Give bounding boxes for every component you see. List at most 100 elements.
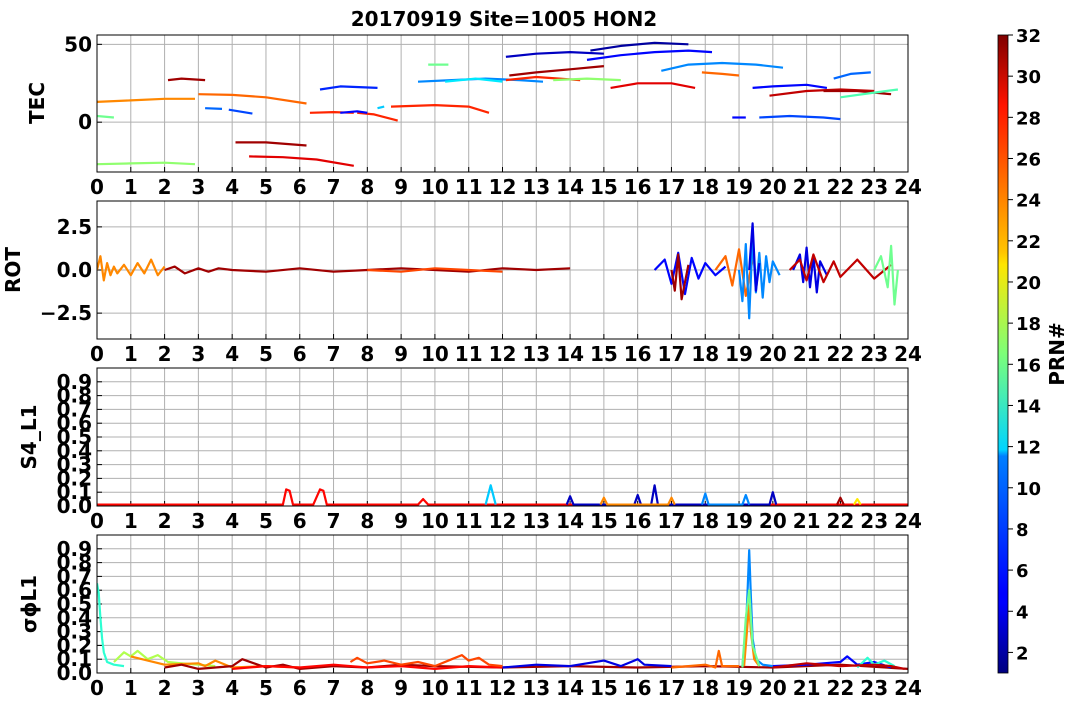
series-line-prn-5 [340,110,368,114]
y-axis-label: S4_L1 [17,405,41,470]
colorbar-gradient [997,34,1009,674]
x-tick-label: 2 [158,509,172,533]
x-tick-label: 1 [124,342,138,366]
x-tick-label: 7 [327,175,341,199]
x-tick-label: 8 [360,342,374,366]
x-tick-label: 7 [327,509,341,533]
x-tick-label: 18 [691,676,719,700]
x-tick-label: 14 [556,676,584,700]
x-tick-label: 5 [259,509,273,533]
x-tick-label: 3 [191,175,205,199]
x-tick-label: 10 [421,175,449,199]
x-tick-label: 17 [658,676,686,700]
x-tick-label: 15 [590,676,618,700]
x-tick-label: 21 [793,175,821,199]
x-tick-label: 20 [759,342,787,366]
colorbar-tick-label: 16 [1016,355,1041,376]
colorbar-tick-label: 10 [1016,479,1041,500]
colorbar-tick-label: 12 [1016,438,1041,459]
x-tick-label: 5 [259,175,273,199]
x-tick-label: 2 [158,676,172,700]
x-tick-label: 18 [691,509,719,533]
x-tick-label: 16 [624,342,652,366]
x-tick-label: 12 [489,509,517,533]
x-tick-label: 15 [590,509,618,533]
panel-0: 0 1 2 3 4 5 6 7 8 9 10 11 12 13 14 15 16 17 18 19 20 21 22 23 24… [25,32,922,199]
colorbar-tick-label: 22 [1016,232,1041,253]
panel-1: 0 1 2 3 4 5 6 7 8 9 10 11 12 13 14 15 16 17 18 19 20 21 22 23 24… [1,200,922,366]
colorbar-tick-label: 24 [1016,191,1041,212]
x-tick-label: 9 [394,509,408,533]
x-tick-label: 17 [658,509,686,533]
x-tick-label: 13 [522,342,550,366]
colorbar-tick-label: 8 [1016,520,1029,541]
x-tick-label: 12 [489,175,517,199]
x-tick-label: 16 [624,175,652,199]
x-tick-label: 4 [225,175,239,199]
x-tick-label: 14 [556,175,584,199]
x-tick-label: 9 [394,676,408,700]
colorbar-tick-label: 28 [1016,108,1041,129]
series-line-prn-11 [377,105,385,110]
x-tick-label: 8 [360,509,374,533]
x-tick-label: 24 [894,676,922,700]
y-axis-label: TEC [25,82,49,124]
x-tick-label: 19 [725,342,753,366]
x-tick-label: 7 [327,342,341,366]
colorbar-tick-label: 6 [1016,561,1029,582]
x-tick-label: 4 [225,342,239,366]
x-tick-label: 4 [225,509,239,533]
colorbar-tick-label: 32 [1016,26,1041,47]
x-tick-label: 1 [124,509,138,533]
x-tick-label: 6 [293,175,307,199]
colorbar: 2468101214161820222426283032 PRN# [997,26,1069,674]
x-tick-label: 5 [259,676,273,700]
x-tick-label: 24 [894,175,922,199]
y-axis-label: ROT [1,247,25,293]
x-tick-label: 0 [90,676,104,700]
x-tick-label: 20 [759,676,787,700]
x-tick-label: 15 [590,175,618,199]
x-tick-label: 12 [489,676,517,700]
x-tick-label: 3 [191,342,205,366]
colorbar-tick-label: 30 [1016,67,1041,88]
x-tick-label: 2 [158,342,172,366]
x-tick-label: 15 [590,342,618,366]
figure: 20170919 Site=1005 HON2 0 1 2 3 4 5 6 7 8 9 10 11 12… [1,7,1069,700]
x-tick-label: 17 [658,342,686,366]
x-tick-label: 6 [293,676,307,700]
x-tick-label: 0 [90,342,104,366]
x-tick-label: 2 [158,175,172,199]
x-tick-label: 16 [624,509,652,533]
series-line-prn-17 [97,161,196,166]
x-tick-label: 10 [421,509,449,533]
series-line-prn-31 [167,77,206,82]
y-tick-label: 50 [64,32,92,56]
x-tick-label: 6 [293,342,307,366]
x-tick-label: 17 [658,175,686,199]
y-tick-label: 0.9 [57,537,92,561]
panels: 0 1 2 3 4 5 6 7 8 9 10 11 12 13 14 15 16 17 18 19 20 21 22 23 24… [1,32,922,700]
panel-2: 0 1 2 3 4 5 6 7 8 9 10 11 12 13 14 15 16 17 18 19 20 21 22 23 24… [17,367,922,533]
x-tick-label: 21 [793,509,821,533]
x-tick-label: 5 [259,342,273,366]
x-tick-label: 16 [624,676,652,700]
x-tick-label: 3 [191,509,205,533]
panel-3: 0 1 2 3 4 5 6 7 8 9 10 11 12 13 14 15 16 17 18 19 20 21 22 23 24… [17,534,922,700]
x-tick-label: 20 [759,509,787,533]
x-tick-label: 20 [759,175,787,199]
colorbar-tick-label: 4 [1016,602,1029,623]
colorbar-tick-label: 20 [1016,273,1041,294]
x-tick-label: 0 [90,509,104,533]
y-tick-label: 0.9 [57,370,92,394]
y-tick-label: 2.5 [57,215,92,239]
x-tick-label: 12 [489,342,517,366]
x-tick-label: 9 [394,342,408,366]
x-tick-label: 4 [225,676,239,700]
colorbar-tick-label: 18 [1016,314,1041,335]
x-tick-label: 22 [826,676,854,700]
x-tick-label: 19 [725,509,753,533]
x-tick-label: 9 [394,175,408,199]
x-tick-label: 14 [556,509,584,533]
x-tick-label: 13 [522,175,550,199]
